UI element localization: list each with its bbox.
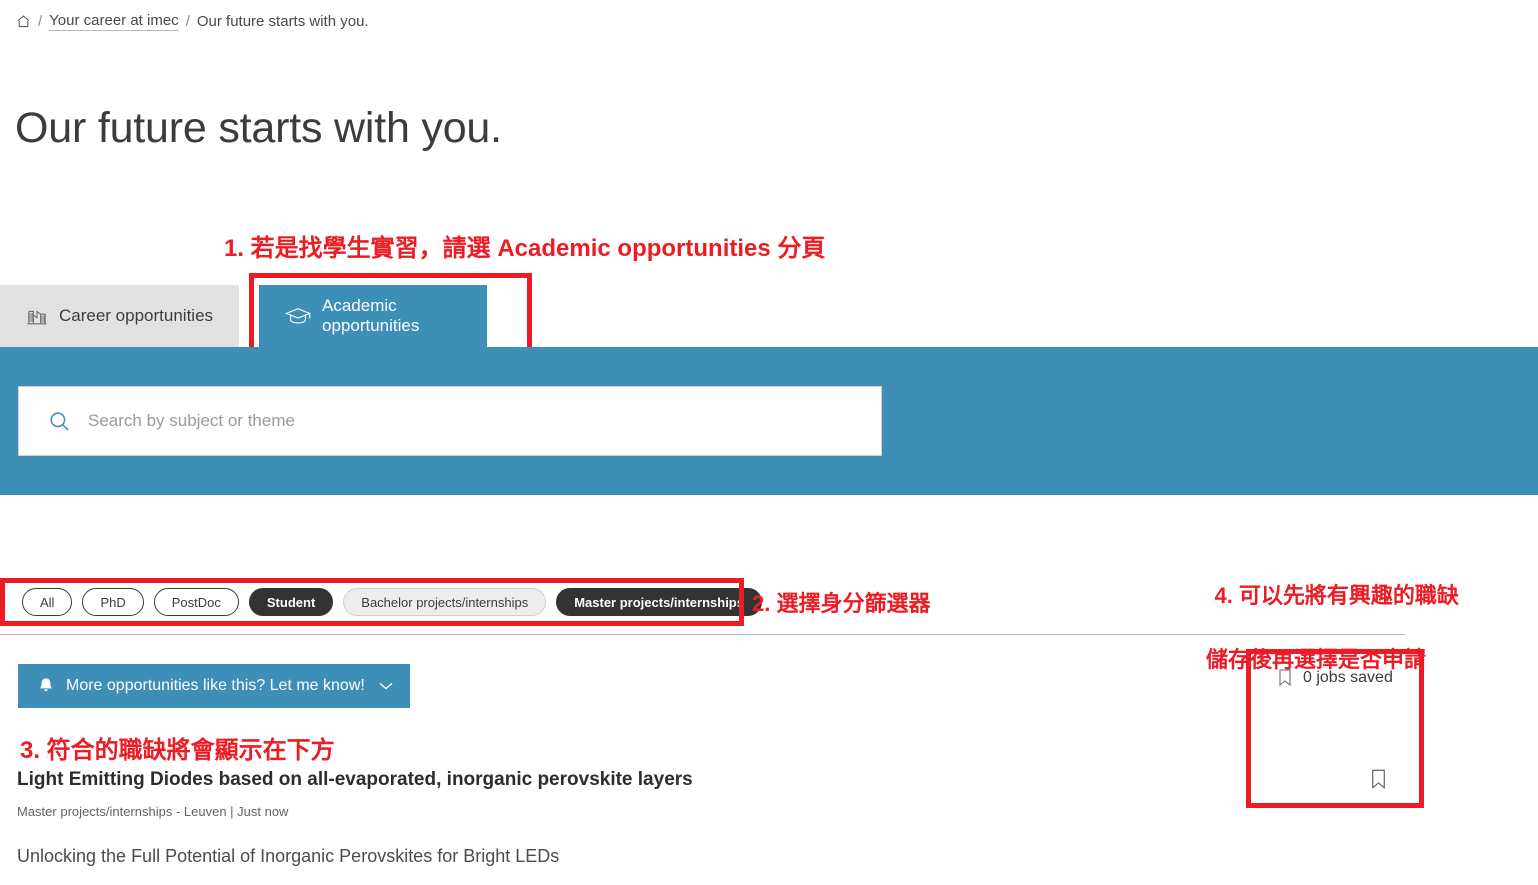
divider: [0, 634, 1405, 635]
annotation-step-2: 2. 選擇身分篩選器: [752, 591, 931, 616]
job-list-item[interactable]: Light Emitting Diodes based on all-evapo…: [17, 768, 917, 867]
tab-career-opportunities[interactable]: Career opportunities: [0, 285, 239, 347]
search-input[interactable]: [86, 410, 846, 432]
chevron-down-icon[interactable]: [378, 681, 394, 691]
breadcrumb: / Your career at imec / Our future start…: [16, 12, 369, 31]
search-box[interactable]: [18, 386, 882, 456]
job-alert-label: More opportunities like this? Let me kno…: [66, 677, 365, 694]
search-icon: [49, 411, 70, 432]
annotation-box-saved-jobs: [1246, 649, 1424, 808]
annotation-box-pills: [0, 578, 744, 626]
annotation-step-4-line1: 4. 可以先將有興趣的職缺: [1214, 582, 1459, 608]
home-icon[interactable]: [16, 14, 31, 29]
breadcrumb-current: Our future starts with you.: [196, 13, 369, 30]
job-description: Unlocking the Full Potential of Inorgani…: [17, 845, 560, 866]
job-alert-button[interactable]: More opportunities like this? Let me kno…: [18, 664, 410, 708]
job-title[interactable]: Light Emitting Diodes based on all-evapo…: [17, 768, 917, 793]
factory-icon: [26, 306, 48, 326]
annotation-step-1: 1. 若是找學生實習，請選 Academic opportunities 分頁: [224, 235, 826, 262]
tab-career-opportunities-label: Career opportunities: [59, 306, 214, 325]
breadcrumb-link-career[interactable]: Your career at imec: [49, 12, 179, 31]
bell-icon: [38, 677, 54, 695]
breadcrumb-separator-1: /: [38, 13, 43, 30]
job-meta: Master projects/internships - Leuven | J…: [17, 803, 289, 819]
annotation-step-3: 3. 符合的職缺將會顯示在下方: [20, 737, 335, 764]
page-title: Our future starts with you.: [15, 103, 502, 152]
breadcrumb-separator-2: /: [185, 13, 190, 30]
